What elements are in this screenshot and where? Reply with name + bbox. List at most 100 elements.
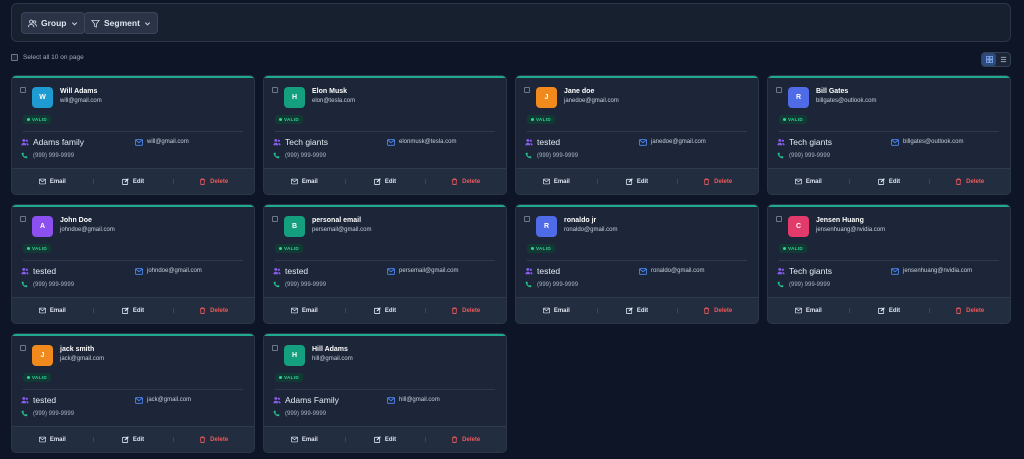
view-toggle bbox=[981, 52, 1011, 67]
email-button[interactable]: Email bbox=[264, 178, 345, 185]
list-view-button[interactable] bbox=[996, 53, 1010, 66]
edit-icon bbox=[373, 178, 381, 185]
avatar-initial: W bbox=[39, 94, 46, 101]
card-actions: Email Edit Delete bbox=[264, 168, 506, 194]
group-filter-label: Group bbox=[41, 18, 67, 28]
delete-button-label: Delete bbox=[714, 178, 733, 185]
group-filter-button[interactable]: Group bbox=[21, 12, 85, 34]
grid-icon bbox=[985, 56, 993, 63]
users-icon bbox=[28, 19, 37, 27]
phone-number: (999) 999-9999 bbox=[33, 411, 75, 417]
trash-icon bbox=[452, 436, 458, 443]
contact-name: Bill Gates bbox=[816, 88, 849, 95]
edit-button[interactable]: Edit bbox=[848, 178, 930, 185]
edit-button[interactable]: Edit bbox=[344, 436, 426, 443]
delete-button[interactable]: Delete bbox=[425, 436, 506, 443]
delete-button[interactable]: Delete bbox=[173, 178, 254, 185]
group-email: jensenhuang@nvidia.com bbox=[903, 268, 973, 274]
avatar-initial: H bbox=[291, 352, 298, 359]
contact-name: John Doe bbox=[60, 217, 92, 224]
contact-checkbox[interactable] bbox=[20, 87, 26, 93]
email-button[interactable]: Email bbox=[768, 178, 849, 185]
contact-checkbox[interactable] bbox=[524, 216, 530, 222]
email-button[interactable]: Email bbox=[264, 307, 345, 314]
contact-checkbox[interactable] bbox=[20, 345, 26, 351]
avatar-initial: J bbox=[544, 94, 549, 101]
contact-checkbox[interactable] bbox=[272, 216, 278, 222]
email-button[interactable]: Email bbox=[516, 178, 597, 185]
contact-email: jensenhuang@nvidia.com bbox=[816, 227, 886, 233]
email-button[interactable]: Email bbox=[12, 178, 93, 185]
email-button-label: Email bbox=[805, 307, 822, 314]
status-badge: VALID bbox=[23, 244, 51, 253]
contact-checkbox[interactable] bbox=[272, 87, 278, 93]
delete-button[interactable]: Delete bbox=[425, 307, 506, 314]
contact-card: H Hill Adams hill@gmail.com VALID Adams … bbox=[263, 333, 507, 453]
edit-button[interactable]: Edit bbox=[92, 307, 174, 314]
status-dot bbox=[531, 247, 534, 250]
delete-button[interactable]: Delete bbox=[677, 307, 758, 314]
group-email: will@gmail.com bbox=[147, 139, 189, 145]
contact-checkbox[interactable] bbox=[776, 87, 782, 93]
segment-filter-button[interactable]: Segment bbox=[84, 12, 158, 34]
contact-checkbox[interactable] bbox=[20, 216, 26, 222]
delete-button-label: Delete bbox=[462, 307, 481, 314]
edit-button[interactable]: Edit bbox=[344, 178, 426, 185]
group-email: persemail@gmail.com bbox=[399, 268, 459, 274]
avatar: A bbox=[32, 216, 53, 237]
select-all-checkbox[interactable] bbox=[11, 54, 18, 61]
contact-name: Hill Adams bbox=[312, 346, 348, 353]
delete-button[interactable]: Delete bbox=[929, 307, 1010, 314]
status-badge: VALID bbox=[779, 115, 807, 124]
edit-button-label: Edit bbox=[384, 307, 397, 314]
email-button[interactable]: Email bbox=[768, 307, 849, 314]
email-button[interactable]: Email bbox=[12, 436, 93, 443]
delete-button[interactable]: Delete bbox=[677, 178, 758, 185]
contact-email: jack@gmail.com bbox=[60, 356, 105, 362]
contact-name: personal email bbox=[312, 217, 362, 224]
email-button[interactable]: Email bbox=[264, 436, 345, 443]
group-email: johndoe@gmail.com bbox=[147, 268, 202, 274]
edit-button[interactable]: Edit bbox=[596, 178, 678, 185]
avatar-initial: C bbox=[795, 223, 802, 230]
trash-icon bbox=[704, 178, 710, 185]
delete-button[interactable]: Delete bbox=[173, 436, 254, 443]
group-email: elonmusk@tesla.com bbox=[399, 139, 457, 145]
edit-button[interactable]: Edit bbox=[344, 307, 426, 314]
contact-checkbox[interactable] bbox=[776, 216, 782, 222]
email-button[interactable]: Email bbox=[516, 307, 597, 314]
mail-icon bbox=[38, 436, 46, 443]
edit-button[interactable]: Edit bbox=[92, 178, 174, 185]
delete-button[interactable]: Delete bbox=[929, 178, 1010, 185]
status-badge: VALID bbox=[527, 244, 555, 253]
delete-button[interactable]: Delete bbox=[425, 178, 506, 185]
contact-checkbox[interactable] bbox=[524, 87, 530, 93]
edit-button[interactable]: Edit bbox=[848, 307, 930, 314]
users-icon bbox=[273, 396, 281, 404]
contact-checkbox[interactable] bbox=[272, 345, 278, 351]
email-button[interactable]: Email bbox=[12, 307, 93, 314]
mail-icon bbox=[290, 307, 298, 314]
card-actions: Email Edit Delete bbox=[516, 297, 758, 323]
status-badge: VALID bbox=[527, 115, 555, 124]
phone-icon bbox=[21, 152, 28, 159]
status-label: VALID bbox=[284, 246, 299, 251]
group-name: tested bbox=[285, 266, 309, 276]
avatar: H bbox=[284, 345, 305, 366]
users-icon bbox=[525, 267, 533, 275]
delete-button-label: Delete bbox=[210, 307, 229, 314]
select-all[interactable]: Select all 10 on page bbox=[11, 54, 84, 61]
users-icon bbox=[273, 138, 281, 146]
divider bbox=[23, 260, 243, 261]
grid-view-button[interactable] bbox=[982, 53, 996, 66]
mail-icon bbox=[639, 268, 647, 275]
email-button-label: Email bbox=[301, 178, 318, 185]
edit-button[interactable]: Edit bbox=[596, 307, 678, 314]
phone-icon bbox=[777, 152, 784, 159]
phone-icon bbox=[525, 281, 532, 288]
delete-button[interactable]: Delete bbox=[173, 307, 254, 314]
status-label: VALID bbox=[536, 117, 551, 122]
edit-button[interactable]: Edit bbox=[92, 436, 174, 443]
mail-icon bbox=[38, 178, 46, 185]
mail-icon bbox=[891, 268, 899, 275]
